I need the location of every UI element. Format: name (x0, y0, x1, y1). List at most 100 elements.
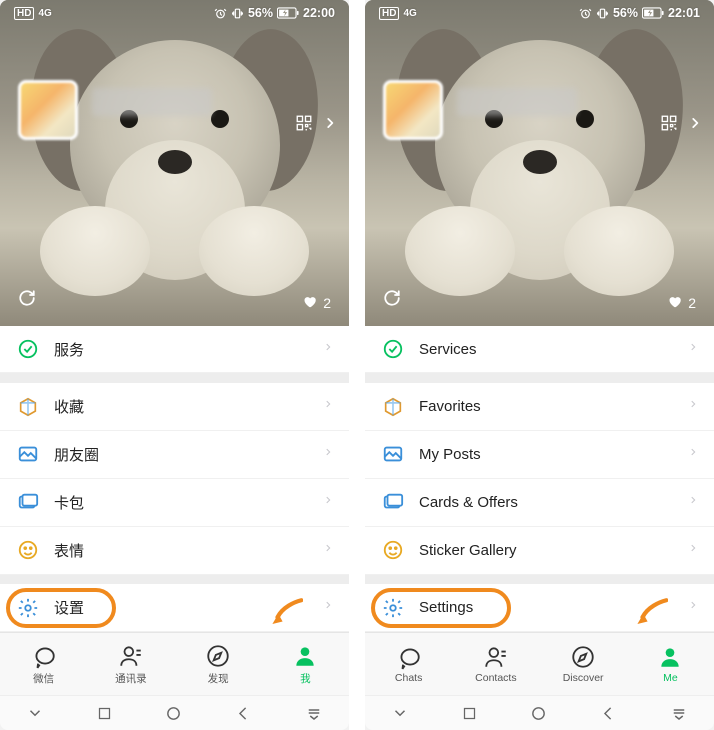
refresh-icon[interactable] (383, 289, 401, 312)
refresh-icon[interactable] (18, 289, 36, 312)
qr-icon[interactable] (295, 114, 313, 137)
android-navbar (0, 695, 349, 730)
services-label: Services (405, 341, 688, 358)
settings-label: 设置 (40, 597, 323, 618)
chevron-right-icon[interactable] (688, 112, 702, 139)
battery-icon (277, 7, 299, 19)
chevron-right-icon (688, 444, 698, 465)
nav-recents-icon[interactable] (462, 706, 477, 721)
profile-cover[interactable]: 2 (0, 0, 349, 326)
row-settings[interactable]: 设置 (0, 584, 349, 632)
tab-chats-label: 微信 (33, 671, 54, 686)
row-stickers[interactable]: Sticker Gallery (365, 527, 714, 575)
settings-icon (381, 597, 405, 619)
services-label: 服务 (40, 339, 323, 360)
posts-icon (16, 443, 40, 465)
avatar[interactable] (383, 80, 443, 140)
chevron-right-icon (688, 339, 698, 360)
row-posts[interactable]: 朋友圈 (0, 431, 349, 479)
tab-me-label: 我 (300, 671, 311, 686)
chevron-right-icon (323, 540, 333, 561)
chevron-right-icon (323, 396, 333, 417)
row-services[interactable]: 服务 (0, 326, 349, 374)
avatar[interactable] (18, 80, 78, 140)
nav-back-icon[interactable] (600, 705, 617, 722)
tab-discover-label: Discover (563, 672, 604, 684)
tab-discover[interactable]: 发现 (175, 633, 262, 695)
cards-label: Cards & Offers (405, 494, 688, 511)
row-favorites[interactable]: Favorites (365, 383, 714, 431)
heart-icon (302, 294, 317, 312)
likes-counter: 2 (302, 294, 331, 312)
vibrate-icon (231, 7, 244, 20)
phone-right: HD 4G 56% 22:01 (365, 0, 714, 730)
signal-icon: 4G (38, 8, 51, 19)
status-bar: HD 4G 56% 22:00 (0, 0, 349, 26)
row-favorites[interactable]: 收藏 (0, 383, 349, 431)
battery-text: 56% (613, 6, 638, 20)
nav-back-icon[interactable] (235, 705, 252, 722)
row-posts[interactable]: My Posts (365, 431, 714, 479)
posts-icon (381, 443, 405, 465)
tab-me[interactable]: 我 (262, 633, 349, 695)
row-stickers[interactable]: 表情 (0, 527, 349, 575)
stickers-icon (16, 539, 40, 561)
qr-icon[interactable] (660, 114, 678, 137)
cards-label: 卡包 (40, 492, 323, 513)
chevron-right-icon (323, 597, 333, 618)
hd-icon: HD (379, 7, 399, 20)
chevron-right-icon (323, 492, 333, 513)
row-services[interactable]: Services (365, 326, 714, 374)
stickers-label: 表情 (40, 540, 323, 561)
heart-icon (667, 294, 682, 312)
clock-text: 22:00 (303, 6, 335, 20)
posts-label: My Posts (405, 446, 688, 463)
nav-menu-icon[interactable] (670, 704, 688, 722)
posts-label: 朋友圈 (40, 444, 323, 465)
tab-discover-label: 发现 (208, 671, 229, 686)
tab-me[interactable]: Me (627, 633, 714, 695)
chevron-right-icon (323, 444, 333, 465)
tab-contacts-label: 通讯录 (115, 671, 147, 686)
chevron-right-icon (688, 492, 698, 513)
clock-text: 22:01 (668, 6, 700, 20)
nav-recents-icon[interactable] (97, 706, 112, 721)
profile-cover[interactable]: 2 (365, 0, 714, 326)
likes-count: 2 (688, 295, 696, 311)
phone-left: HD 4G 56% 22:00 (0, 0, 349, 730)
signal-icon: 4G (403, 8, 416, 19)
cards-icon (16, 491, 40, 513)
battery-text: 56% (248, 6, 273, 20)
tab-chats-label: Chats (395, 672, 422, 684)
nav-down-icon[interactable] (26, 704, 44, 722)
username-blurred (457, 88, 577, 116)
nav-home-icon[interactable] (530, 705, 547, 722)
nav-home-icon[interactable] (165, 705, 182, 722)
android-navbar (365, 695, 714, 730)
tab-chats[interactable]: Chats (365, 633, 452, 695)
stickers-label: Sticker Gallery (405, 542, 688, 559)
favorites-label: 收藏 (40, 396, 323, 417)
tab-contacts-label: Contacts (475, 672, 516, 684)
favorites-icon (381, 396, 405, 418)
settings-label: Settings (405, 599, 688, 616)
vibrate-icon (596, 7, 609, 20)
row-cards[interactable]: Cards & Offers (365, 479, 714, 527)
row-settings[interactable]: Settings (365, 584, 714, 632)
favorites-label: Favorites (405, 398, 688, 415)
tab-chats[interactable]: 微信 (0, 633, 87, 695)
hd-icon: HD (14, 7, 34, 20)
stickers-icon (381, 539, 405, 561)
chevron-right-icon[interactable] (323, 112, 337, 139)
tab-contacts[interactable]: Contacts (452, 633, 539, 695)
nav-down-icon[interactable] (391, 704, 409, 722)
nav-menu-icon[interactable] (305, 704, 323, 722)
alarm-icon (579, 7, 592, 20)
tab-contacts[interactable]: 通讯录 (87, 633, 174, 695)
bottom-tabs: 微信 通讯录 发现 我 (0, 632, 349, 695)
row-cards[interactable]: 卡包 (0, 479, 349, 527)
status-bar: HD 4G 56% 22:01 (365, 0, 714, 26)
chevron-right-icon (688, 540, 698, 561)
chevron-right-icon (688, 597, 698, 618)
tab-discover[interactable]: Discover (540, 633, 627, 695)
